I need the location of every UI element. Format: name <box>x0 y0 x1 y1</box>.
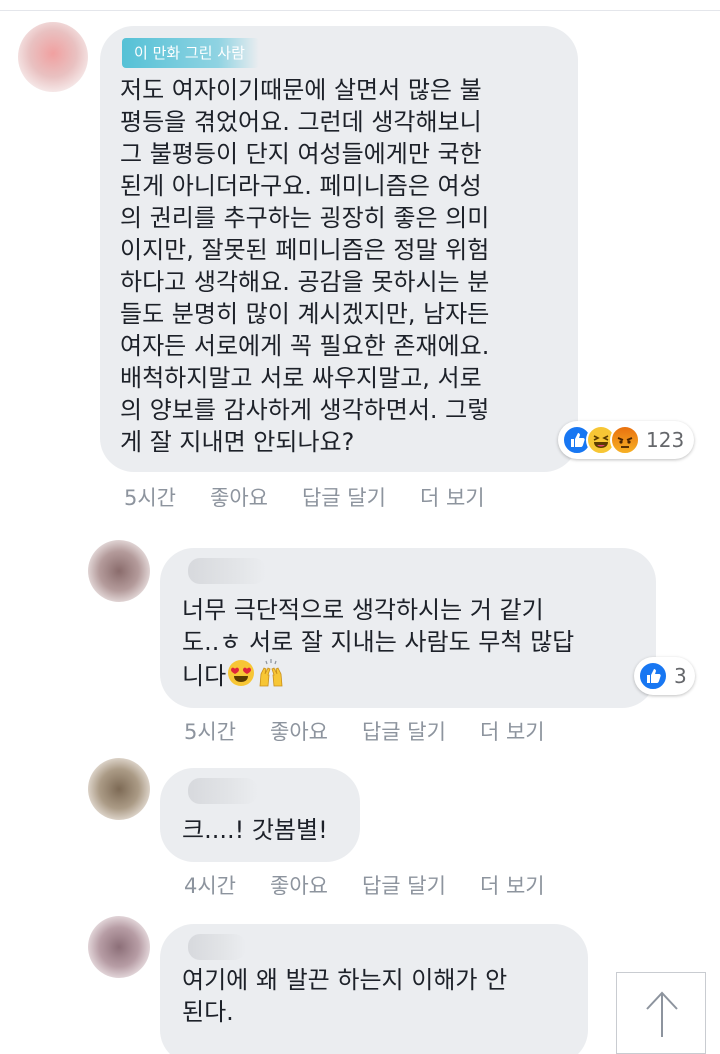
reply-link[interactable]: 답글 달기 <box>302 482 386 512</box>
reply-text: 크....! 갓봄별! <box>182 816 328 844</box>
timestamp: 5시간 <box>124 486 177 510</box>
reply-link[interactable]: 답글 달기 <box>362 716 446 746</box>
blurred-username[interactable] <box>188 778 258 804</box>
raising-hands-emoji <box>256 658 286 696</box>
reply-text: 너무 극단적으로 생각하시는 거 같기 도..ㅎ 서로 잘 지내는 사람도 무척… <box>182 594 574 696</box>
blurred-username[interactable] <box>188 558 266 584</box>
more-link[interactable]: 더 보기 <box>480 870 545 900</box>
top-divider <box>0 10 720 11</box>
like-link[interactable]: 좋아요 <box>210 482 268 512</box>
avatar[interactable] <box>88 758 150 820</box>
comment-actions: 5시간 좋아요 답글 달기 더 보기 <box>124 482 519 512</box>
timestamp: 4시간 <box>184 874 237 898</box>
blurred-username[interactable] <box>188 934 246 960</box>
timestamp: 5시간 <box>184 720 237 744</box>
author-badge: 이 만화 그린 사람 <box>122 38 259 68</box>
more-link[interactable]: 더 보기 <box>480 716 545 746</box>
reaction-count: 3 <box>674 664 687 688</box>
reply-actions: 5시간 좋아요 답글 달기 더 보기 <box>184 716 579 746</box>
reply-bubble: 크....! 갓봄별! <box>160 768 360 862</box>
avatar[interactable] <box>18 22 88 92</box>
heart-eyes-emoji <box>226 658 256 696</box>
reaction-summary[interactable]: 123 <box>558 421 695 459</box>
like-icon <box>638 661 668 691</box>
avatar[interactable] <box>88 540 150 602</box>
like-link[interactable]: 좋아요 <box>270 716 328 746</box>
scroll-to-top-button[interactable] <box>616 972 706 1054</box>
reply-text: 여기에 왜 발끈 하는지 이해가 안 된다. <box>182 966 508 1026</box>
avatar[interactable] <box>88 916 150 978</box>
comment-text: 저도 여자이기때문에 살면서 많은 불 평등을 겪었어요. 그런데 생각해보니 … <box>120 76 490 456</box>
more-link[interactable]: 더 보기 <box>420 482 485 512</box>
angry-icon <box>610 425 640 455</box>
reply-bubble: 너무 극단적으로 생각하시는 거 같기 도..ㅎ 서로 잘 지내는 사람도 무척… <box>160 548 656 708</box>
reply-bubble: 여기에 왜 발끈 하는지 이해가 안 된다. <box>160 924 588 1054</box>
reaction-count: 123 <box>646 428 685 452</box>
reaction-summary[interactable]: 3 <box>634 657 695 695</box>
reply-actions: 4시간 좋아요 답글 달기 더 보기 <box>184 870 579 900</box>
comment-bubble: 이 만화 그린 사람 저도 여자이기때문에 살면서 많은 불 평등을 겪었어요.… <box>100 26 578 472</box>
like-link[interactable]: 좋아요 <box>270 870 328 900</box>
reply-link[interactable]: 답글 달기 <box>362 870 446 900</box>
